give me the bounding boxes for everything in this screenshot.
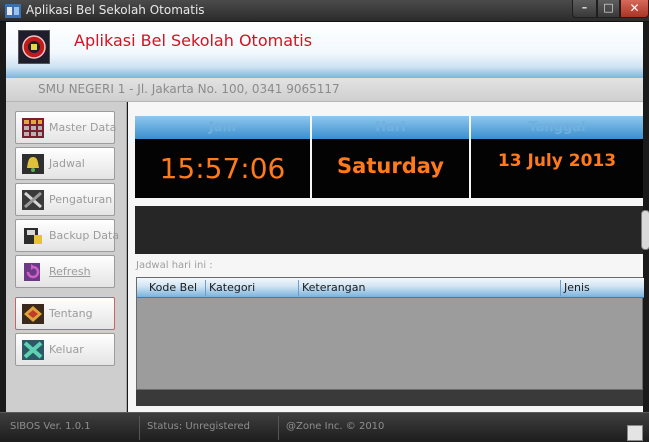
- main-panel: Jam Hari Tanggal 15:57:06 Saturday 13 Ju…: [128, 102, 649, 412]
- master-data-label: Master Data: [49, 121, 117, 134]
- column-keterangan[interactable]: Keterangan: [302, 281, 365, 294]
- tanggal-header: Tanggal: [471, 116, 643, 139]
- window-title: Aplikasi Bel Sekolah Otomatis: [26, 3, 205, 17]
- jadwal-label: Jadwal: [49, 157, 85, 170]
- hari-header: Hari: [312, 116, 469, 139]
- schedule-table-header: Kode Bel Kategori Keterangan Jenis: [137, 278, 644, 298]
- school-info-bar: SMU NEGERI 1 - Jl. Jakarta No. 100, 0341…: [6, 78, 643, 102]
- version-status: SIBOS Ver. 1.0.1: [10, 421, 91, 432]
- tools-icon: [22, 190, 44, 210]
- column-jenis[interactable]: Jenis: [564, 281, 590, 294]
- column-kategori[interactable]: Kategori: [209, 281, 255, 294]
- status-bar: SIBOS Ver. 1.0.1 Status: Unregistered @Z…: [0, 412, 649, 442]
- close-button[interactable]: ✕: [620, 0, 649, 18]
- app-icon: [5, 4, 21, 18]
- info-scrollbar[interactable]: [641, 210, 649, 250]
- registration-status: Status: Unregistered: [147, 421, 250, 432]
- window-titlebar[interactable]: Aplikasi Bel Sekolah Otomatis – □ ✕: [0, 0, 649, 22]
- exit-icon: [22, 340, 44, 360]
- school-logo: [18, 30, 50, 64]
- column-kode-bel[interactable]: Kode Bel: [149, 281, 197, 294]
- info-strip: [135, 206, 649, 254]
- refresh-icon: [24, 263, 40, 281]
- tentang-button[interactable]: Tentang: [15, 297, 115, 330]
- resize-grip[interactable]: [627, 425, 643, 441]
- time-display: 15:57:06: [135, 139, 310, 198]
- school-logo-icon: [22, 35, 46, 59]
- backup-data-label: Backup Data: [49, 229, 120, 242]
- app-title: Aplikasi Bel Sekolah Otomatis: [74, 31, 313, 50]
- bell-icon: [22, 154, 44, 174]
- master-data-button[interactable]: Master Data: [15, 111, 117, 144]
- backup-data-button[interactable]: Backup Data: [15, 219, 119, 252]
- table-horizontal-scrollbar[interactable]: [136, 390, 643, 406]
- keluar-label: Keluar: [49, 343, 84, 356]
- backup-icon: [24, 228, 42, 244]
- day-display: Saturday: [312, 139, 469, 198]
- refresh-button[interactable]: Refresh: [15, 255, 115, 288]
- jam-header: Jam: [135, 116, 310, 139]
- tentang-label: Tentang: [49, 307, 93, 320]
- copyright-status: @Zone Inc. © 2010: [286, 421, 385, 432]
- about-icon: [22, 304, 44, 324]
- pengaturan-label: Pengaturan: [49, 193, 113, 206]
- school-info: SMU NEGERI 1 - Jl. Jakarta No. 100, 0341…: [38, 82, 340, 96]
- grid-icon: [22, 118, 44, 138]
- sidebar: Master Data Jadwal Pengaturan Backup Dat…: [6, 102, 127, 412]
- schedule-label: Jadwal hari ini :: [136, 260, 213, 271]
- pengaturan-button[interactable]: Pengaturan: [15, 183, 115, 216]
- minimize-button[interactable]: –: [572, 0, 597, 18]
- schedule-table[interactable]: Kode Bel Kategori Keterangan Jenis: [136, 277, 644, 390]
- refresh-label: Refresh: [49, 265, 91, 278]
- date-display: 13 July 2013: [471, 139, 643, 198]
- app-header: Aplikasi Bel Sekolah Otomatis: [6, 22, 643, 78]
- keluar-button[interactable]: Keluar: [15, 333, 115, 366]
- maximize-button[interactable]: □: [597, 0, 620, 18]
- jadwal-button[interactable]: Jadwal: [15, 147, 115, 180]
